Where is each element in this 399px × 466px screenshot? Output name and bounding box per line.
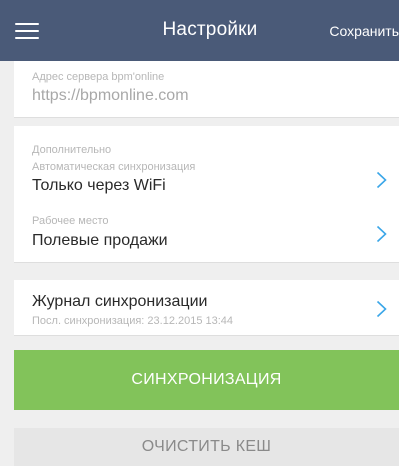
clear-cache-button[interactable]: ОЧИСТИТЬ КЕШ — [14, 428, 399, 466]
auto-sync-value: Только через WiFi — [32, 177, 166, 194]
server-address-input[interactable]: https://bpmonline.com — [32, 86, 189, 106]
auto-sync-label: Автоматическая синхронизация — [32, 161, 196, 173]
last-sync-time: Посл. синхронизация: 23.12.2015 13:44 — [32, 315, 234, 327]
sync-log-card[interactable]: Журнал синхронизации Посл. синхронизация… — [14, 280, 399, 336]
page-title: Настройки — [162, 19, 258, 40]
chevron-right-icon — [376, 300, 387, 318]
workplace-value: Полевые продажи — [32, 232, 168, 249]
chevron-right-icon — [376, 171, 387, 189]
workplace-row[interactable]: Рабочее место Полевые продажи — [14, 212, 399, 258]
chevron-right-icon — [376, 225, 387, 243]
settings-screen: Настройки Сохранить Адрес сервера bpm'on… — [0, 0, 399, 466]
auto-sync-row[interactable]: Автоматическая синхронизация Только чере… — [14, 158, 399, 204]
sync-log-title: Журнал синхронизации — [32, 293, 208, 310]
section-label-additional: Дополнительно — [32, 144, 112, 156]
server-address-label: Адрес сервера bpm'online — [32, 71, 165, 83]
sync-button[interactable]: СИНХРОНИЗАЦИЯ — [14, 350, 399, 410]
additional-settings-card: Дополнительно Автоматическая синхронизац… — [14, 126, 399, 263]
workplace-label: Рабочее место — [32, 215, 109, 227]
header-bar: Настройки Сохранить — [0, 0, 399, 61]
server-address-card: Адрес сервера bpm'online https://bpmonli… — [14, 61, 399, 118]
hamburger-menu-icon[interactable] — [15, 23, 39, 40]
save-button[interactable]: Сохранить — [329, 22, 399, 40]
